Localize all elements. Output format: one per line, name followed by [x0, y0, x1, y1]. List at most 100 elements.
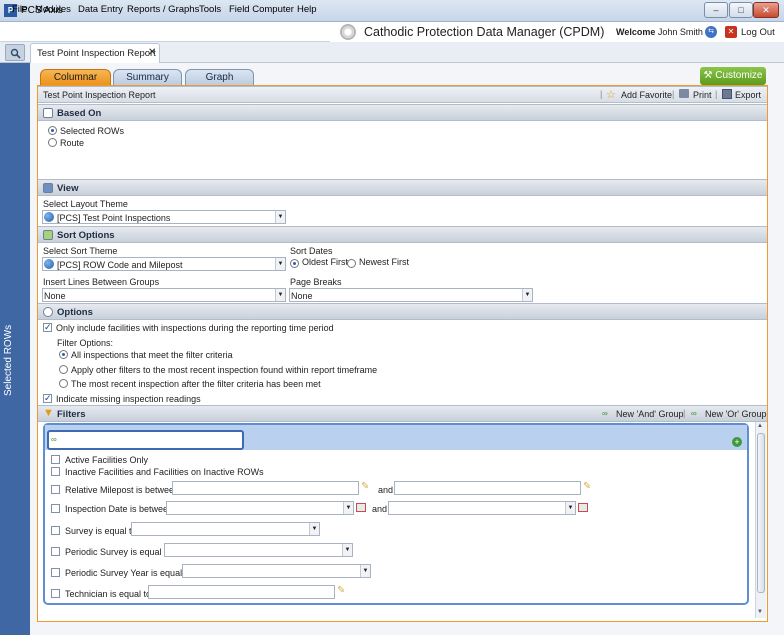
add-filter-icon[interactable]: + — [732, 437, 742, 447]
menu-reports-graphs[interactable]: Reports / Graphs — [127, 4, 199, 15]
options-header — [38, 303, 767, 320]
inspection-date-from[interactable]: ▼ — [166, 501, 354, 515]
pencil-icon[interactable]: ✎ — [583, 481, 591, 492]
new-and-group-button[interactable]: New 'And' Group — [616, 409, 683, 419]
maximize-button[interactable]: □ — [729, 2, 753, 18]
radio-all-inspections[interactable] — [59, 350, 68, 359]
radio-oldest-first[interactable] — [290, 259, 299, 268]
technician-input[interactable] — [148, 585, 335, 599]
separator: | — [600, 89, 603, 99]
based-on-header — [38, 104, 767, 121]
only-include-checkbox[interactable] — [43, 322, 52, 333]
page-breaks-label: Page Breaks — [290, 277, 342, 287]
tab-graph[interactable]: Graph — [185, 69, 254, 86]
star-icon: ☆ — [606, 89, 616, 101]
new-or-group-button[interactable]: New 'Or' Group — [705, 409, 766, 419]
export-button[interactable]: Export — [735, 90, 761, 100]
customize-button[interactable]: ⚒ Customize — [700, 67, 766, 85]
search-button[interactable] — [5, 44, 25, 61]
radio-route[interactable] — [48, 138, 57, 147]
menu-data-entry[interactable]: Data Entry — [78, 4, 123, 15]
calendar-icon[interactable] — [356, 503, 366, 512]
survey-select[interactable]: ▼ — [131, 522, 320, 536]
and-group-icon: ∞ — [602, 409, 608, 418]
filter-options-label: Filter Options: — [57, 338, 114, 348]
view-title: View — [57, 183, 79, 194]
chevron-down-icon: ▼ — [275, 211, 285, 223]
cpdm-logo-icon — [340, 24, 356, 40]
tab-summary[interactable]: Summary — [113, 69, 182, 86]
grid-icon — [43, 183, 53, 193]
chevron-down-icon: ▼ — [309, 523, 319, 535]
tab-columnar[interactable]: Columnar — [40, 69, 111, 86]
insert-lines-select[interactable]: ▼ — [42, 288, 286, 302]
pencil-icon[interactable]: ✎ — [337, 585, 345, 596]
layout-theme-label: Select Layout Theme — [43, 199, 128, 209]
insert-lines-value: None — [44, 291, 66, 301]
scroll-thumb[interactable] — [757, 433, 765, 593]
periodic-survey-year-select[interactable]: ▼ — [182, 564, 371, 578]
sort-dates-label: Sort Dates — [290, 246, 333, 256]
inspection-date-to[interactable]: ▼ — [388, 501, 576, 515]
radio-newest-first[interactable] — [347, 259, 356, 268]
radio-apply-other-filters[interactable] — [59, 365, 68, 374]
filter-label: Inspection Date is between — [65, 504, 174, 514]
add-favorite-button[interactable]: Add Favorite — [621, 90, 672, 100]
calendar-icon[interactable] — [578, 503, 588, 512]
radio-label: Oldest First — [302, 257, 349, 267]
pencil-icon[interactable]: ✎ — [361, 481, 369, 492]
active-facilities-checkbox[interactable] — [51, 455, 60, 464]
radio-label: Selected ROWs — [60, 126, 125, 136]
inspection-date-checkbox[interactable] — [51, 504, 60, 513]
filters-title: Filters — [57, 409, 86, 420]
scroll-up-icon[interactable]: ▲ — [757, 423, 763, 429]
chevron-down-icon: ▼ — [342, 544, 352, 556]
milepost-checkbox[interactable] — [51, 485, 60, 494]
radio-selected-rows[interactable] — [48, 126, 57, 135]
filter-group-name-input[interactable] — [47, 430, 244, 450]
tab-close-icon[interactable]: ✕ — [148, 47, 156, 58]
radio-most-recent[interactable] — [59, 379, 68, 388]
logout-link[interactable]: Log Out — [741, 27, 775, 38]
user-switch-icon[interactable]: ⇆ — [705, 26, 717, 38]
chevron-down-icon: ▼ — [343, 502, 353, 514]
page-breaks-select[interactable]: ▼ — [289, 288, 533, 302]
print-button[interactable]: Print — [693, 90, 712, 100]
chevron-down-icon: ▼ — [275, 289, 285, 301]
menu-help[interactable]: Help — [297, 4, 317, 15]
survey-checkbox[interactable] — [51, 526, 60, 535]
radio-label: Route — [60, 138, 85, 148]
radio-label: All inspections that meet the filter cri… — [71, 350, 233, 360]
filter-label: Relative Milepost is between — [65, 485, 180, 495]
welcome-text: Welcome John Smith — [616, 27, 703, 37]
periodic-survey-year-checkbox[interactable] — [51, 568, 60, 577]
technician-checkbox[interactable] — [51, 589, 60, 598]
chevron-down-icon: ▼ — [360, 565, 370, 577]
menu-modules[interactable]: Modules — [35, 4, 71, 15]
menu-field-computer[interactable]: Field Computer — [229, 4, 294, 15]
milepost-from-input[interactable] — [172, 481, 359, 495]
milepost-to-input[interactable] — [394, 481, 581, 495]
periodic-survey-select[interactable]: ▼ — [164, 543, 353, 557]
minimize-button[interactable]: – — [704, 2, 728, 18]
indicate-missing-checkbox[interactable] — [43, 393, 52, 404]
export-icon — [722, 89, 732, 99]
periodic-survey-checkbox[interactable] — [51, 547, 60, 556]
banner-title: Cathodic Protection Data Manager (CPDM) — [364, 25, 605, 39]
sort-options-header — [38, 226, 767, 243]
close-window-button[interactable]: ✕ — [753, 2, 779, 18]
inactive-facilities-checkbox[interactable] — [51, 467, 60, 476]
sidebar-label: Selected ROWs — [3, 324, 14, 396]
scroll-down-icon[interactable]: ▼ — [757, 609, 763, 615]
or-group-icon: ∞ — [691, 409, 697, 418]
menu-file[interactable]: File — [12, 4, 27, 15]
checkbox-label: Indicate missing inspection readings — [56, 394, 201, 404]
chevron-down-icon: ▼ — [565, 502, 575, 514]
logout-icon[interactable]: ✕ — [725, 26, 737, 38]
separator: | — [715, 89, 718, 99]
separator: | — [672, 89, 675, 99]
printer-icon — [679, 89, 689, 98]
menu-tools[interactable]: Tools — [199, 4, 221, 15]
filter-label: Active Facilities Only — [65, 455, 149, 465]
tab-label: Test Point Inspection Report — [37, 48, 156, 59]
